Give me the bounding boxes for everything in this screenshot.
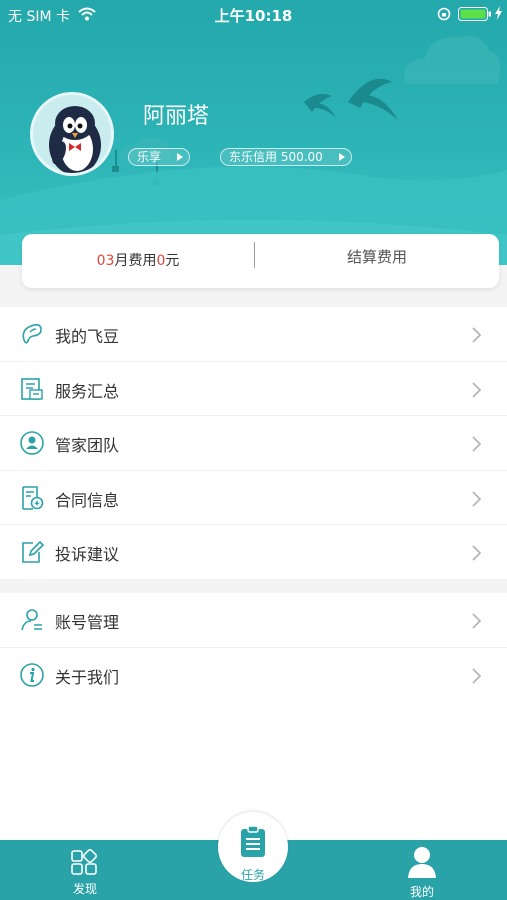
tab-discover[interactable]: 发现	[50, 840, 120, 900]
edit-icon	[22, 540, 45, 563]
team-icon	[20, 431, 44, 455]
chevron-right-icon	[472, 613, 481, 629]
chevron-right-icon	[472, 436, 481, 452]
triangle-right-icon	[177, 153, 183, 161]
triangle-right-icon	[339, 153, 345, 161]
account-icon	[21, 609, 42, 631]
fee-month-suffix: 月费用	[114, 253, 157, 269]
avatar[interactable]	[30, 92, 114, 176]
bean-icon	[22, 323, 42, 344]
settle-fee-button[interactable]: 结算费用	[255, 234, 499, 280]
info-icon	[20, 662, 44, 687]
menu-item-my-beans[interactable]: 我的飞豆	[0, 307, 507, 362]
fee-amount-suffix: 元	[165, 253, 180, 269]
chevron-right-icon	[472, 545, 481, 561]
menu-label: 服务汇总	[55, 381, 120, 401]
menu-label: 合同信息	[55, 490, 120, 510]
menu-label: 账号管理	[55, 613, 120, 632]
credit-badge[interactable]: 东乐信用 500.00	[220, 148, 352, 166]
menu-label: 关于我们	[55, 667, 120, 687]
menu-group-settings: 账号管理 关于我们	[0, 593, 507, 703]
tab-discover-label: 发现	[72, 882, 97, 896]
menu-item-feedback[interactable]: 投诉建议	[0, 525, 507, 580]
contract-icon	[22, 485, 44, 510]
fee-month: 03	[96, 253, 115, 269]
chevron-right-icon	[472, 667, 481, 684]
status-bar: 无 SIM 卡 上午10:18	[0, 0, 507, 28]
menu-item-service-summary[interactable]: 服务汇总	[0, 362, 507, 416]
menu-group-main: 我的飞豆 服务汇总 管家团队 合同信息 投诉建议	[0, 307, 507, 579]
fee-card: 03月费用0元 结算费用	[22, 234, 499, 288]
grid-icon	[71, 848, 98, 875]
credit-label: 东乐信用 500.00	[229, 150, 323, 164]
tab-mine-label: 我的	[409, 885, 434, 899]
status-time: 上午10:18	[214, 7, 293, 25]
profile-header: 无 SIM 卡 上午10:18 阿丽塔 乐享 东乐信用 500.00	[0, 0, 507, 265]
user-name: 阿丽塔	[143, 104, 210, 129]
service-summary-icon	[21, 377, 43, 400]
menu-label: 我的飞豆	[55, 327, 120, 346]
tab-task-label: 任务	[240, 868, 265, 882]
charging-icon	[495, 6, 502, 20]
clipboard-icon	[241, 826, 265, 857]
menu-item-account[interactable]: 账号管理	[0, 593, 507, 648]
chevron-right-icon	[472, 490, 481, 507]
battery-icon	[458, 7, 491, 21]
menu-label: 投诉建议	[55, 545, 120, 564]
chevron-right-icon	[472, 381, 481, 398]
user-icon	[408, 847, 436, 878]
lexiang-badge[interactable]: 乐享	[128, 148, 190, 166]
tab-mine[interactable]: 我的	[386, 840, 458, 900]
menu-label: 管家团队	[55, 436, 120, 455]
rotation-lock-icon	[437, 7, 451, 21]
menu-item-contract[interactable]: 合同信息	[0, 471, 507, 525]
menu-item-about[interactable]: 关于我们	[0, 648, 507, 703]
menu-item-team[interactable]: 管家团队	[0, 416, 507, 471]
lexiang-label: 乐享	[137, 150, 162, 164]
chevron-right-icon	[472, 327, 481, 343]
monthly-fee[interactable]: 03月费用0元	[22, 234, 254, 288]
